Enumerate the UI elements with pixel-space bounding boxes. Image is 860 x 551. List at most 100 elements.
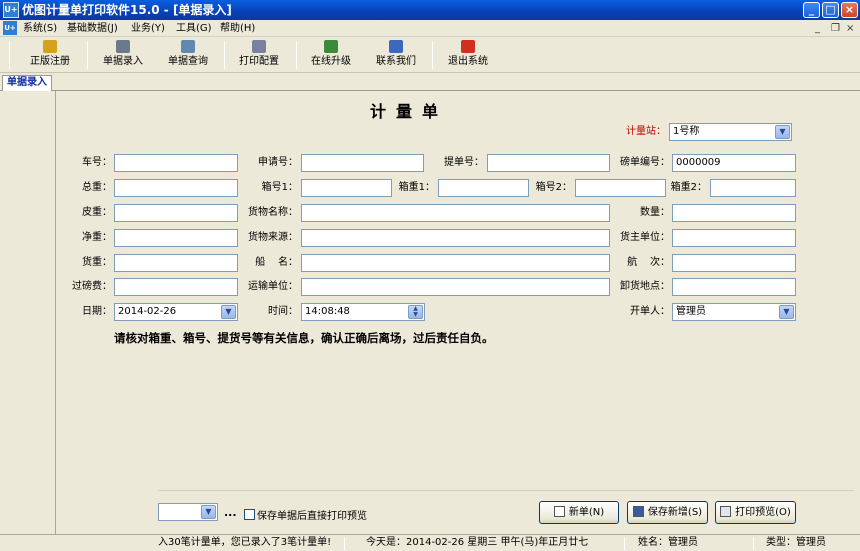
net-input[interactable] — [114, 229, 238, 247]
tab-doc-entry[interactable]: 单据录入 — [2, 75, 52, 91]
tare-input[interactable] — [114, 204, 238, 222]
exit-button[interactable]: 退出系统 — [438, 38, 498, 72]
toolbar-separator — [432, 41, 433, 69]
net-label: 净重： — [82, 232, 112, 243]
gross-input[interactable] — [114, 179, 238, 197]
qty-label: 数量： — [640, 207, 670, 218]
save-new-button[interactable]: 保存新增(S) — [627, 501, 708, 524]
doc-query-button[interactable]: 单据查询 — [158, 38, 218, 72]
car-no-input[interactable] — [114, 154, 238, 172]
unload-input[interactable] — [672, 278, 796, 296]
carrier-input[interactable] — [301, 278, 610, 296]
box-wt1-input[interactable] — [438, 179, 529, 197]
gross-label: 总重： — [82, 182, 112, 193]
notice-text: 请核对箱重、箱号、提货号等有关信息，确认正确后离场，过后责任自负。 — [114, 331, 494, 345]
new-doc-label: 新单(N) — [568, 507, 605, 518]
chevron-down-icon[interactable]: ▼ — [201, 505, 216, 519]
menu-business[interactable]: 业务(Y) — [131, 22, 165, 35]
time-value: 14:08:48 — [305, 306, 350, 317]
status-separator — [344, 537, 345, 550]
edit-doc-icon — [116, 40, 130, 53]
goods-src-input[interactable] — [301, 229, 610, 247]
station-value: 1号称 — [673, 126, 700, 137]
date-picker[interactable]: 2014-02-26 ▼ — [114, 303, 238, 321]
weigh-no-input[interactable]: 0000009 — [672, 154, 796, 172]
print-config-button[interactable]: 打印配置 — [229, 38, 289, 72]
menu-help[interactable]: 帮助(H) — [220, 22, 255, 35]
minimize-icon[interactable]: _ — [803, 2, 820, 18]
maximize-icon[interactable]: □ — [822, 2, 839, 18]
new-doc-button[interactable]: 新单(N) — [539, 501, 619, 524]
issuer-select[interactable]: 管理员 ▼ — [672, 303, 796, 321]
goods-name-label: 货物名称： — [248, 207, 298, 218]
chevron-down-icon[interactable]: ▼ — [775, 125, 790, 139]
exit-icon — [461, 40, 475, 53]
box-wt1-label: 箱重1： — [398, 182, 435, 193]
voyage-input[interactable] — [672, 254, 796, 272]
chevron-down-icon[interactable]: ▼ — [221, 305, 236, 319]
box-no2-input[interactable] — [575, 179, 666, 197]
preview-checkbox[interactable] — [244, 509, 255, 520]
toolbar-separator — [87, 41, 88, 69]
lock-icon — [43, 40, 57, 53]
ship-input[interactable] — [301, 254, 610, 272]
register-label: 正版注册 — [30, 56, 70, 67]
toolbar-separator — [224, 41, 225, 69]
box-wt2-input[interactable] — [710, 179, 796, 197]
issuer-label: 开单人： — [630, 306, 670, 317]
chevron-down-icon[interactable]: ▼ — [779, 305, 794, 319]
window-title: 优图计量单打印软件15.0 - [单据录入] — [22, 3, 232, 17]
child-close-icon[interactable]: × — [846, 22, 854, 35]
status-message: 入30笔计量单，您已录入了3笔计量单! — [158, 537, 332, 548]
voyage-label: 航 次： — [627, 257, 670, 268]
issuer-value: 管理员 — [676, 306, 706, 317]
menu-system[interactable]: 系统(S) — [23, 22, 57, 35]
fee-input[interactable] — [114, 278, 238, 296]
goods-name-input[interactable] — [301, 204, 610, 222]
save-icon — [632, 506, 644, 517]
toolbar: 正版注册 单据录入 单据查询 打印配置 在线升级 联系我们 退出系统 — [0, 37, 860, 73]
close-icon[interactable]: × — [841, 2, 858, 18]
toolbar-grip — [9, 41, 10, 69]
apply-no-input[interactable] — [301, 154, 424, 172]
bottom-select[interactable]: ▼ — [158, 503, 218, 521]
register-button[interactable]: 正版注册 — [20, 38, 80, 72]
status-type: 类型：管理员 — [766, 537, 826, 548]
print-config-label: 打印配置 — [239, 56, 279, 67]
left-pane — [0, 91, 55, 534]
status-bar: 入30笔计量单，您已录入了3笔计量单! 今天是：2014-02-26 星期三 甲… — [0, 534, 860, 551]
app-icon: U+ — [3, 2, 19, 18]
menu-base-data[interactable]: 基础数据(J) — [67, 22, 118, 35]
upgrade-button[interactable]: 在线升级 — [301, 38, 361, 72]
time-picker[interactable]: 14:08:48 ▲ ▼ — [301, 303, 425, 321]
child-minimize-icon[interactable]: _ — [815, 22, 820, 35]
menu-tools[interactable]: 工具(G) — [176, 22, 212, 35]
toolbar-separator — [296, 41, 297, 69]
box-no1-input[interactable] — [301, 179, 392, 197]
cargo-wt-input[interactable] — [114, 254, 238, 272]
doc-entry-button[interactable]: 单据录入 — [93, 38, 153, 72]
status-user: 姓名：管理员 — [638, 537, 698, 548]
preview-checkbox-label[interactable]: 保存单据后直接打印预览 — [257, 507, 367, 522]
child-restore-icon[interactable]: ❐ — [831, 22, 840, 35]
station-select[interactable]: 1号称 ▼ — [669, 123, 792, 141]
goods-src-label: 货物来源： — [248, 232, 298, 243]
apply-no-label: 申请号： — [258, 157, 298, 168]
owner-input[interactable] — [672, 229, 796, 247]
ship-label: 船 名： — [255, 257, 298, 268]
print-preview-button[interactable]: 打印预览(O) — [715, 501, 796, 524]
bill-no-input[interactable] — [487, 154, 610, 172]
carrier-label: 运输单位： — [248, 281, 298, 292]
more-dots[interactable]: ... — [224, 506, 237, 519]
contact-label: 联系我们 — [376, 56, 416, 67]
document-icon[interactable]: U+ — [3, 21, 17, 35]
search-doc-icon — [181, 40, 195, 53]
spin-updown-icon[interactable]: ▲ ▼ — [408, 305, 423, 319]
doc-entry-label: 单据录入 — [103, 56, 143, 67]
bill-no-label: 提单号： — [444, 157, 484, 168]
owner-label: 货主单位： — [620, 232, 670, 243]
station-label: 计量站： — [626, 126, 666, 137]
form-title: 计量单 — [370, 102, 449, 121]
qty-input[interactable] — [672, 204, 796, 222]
contact-button[interactable]: 联系我们 — [366, 38, 426, 72]
